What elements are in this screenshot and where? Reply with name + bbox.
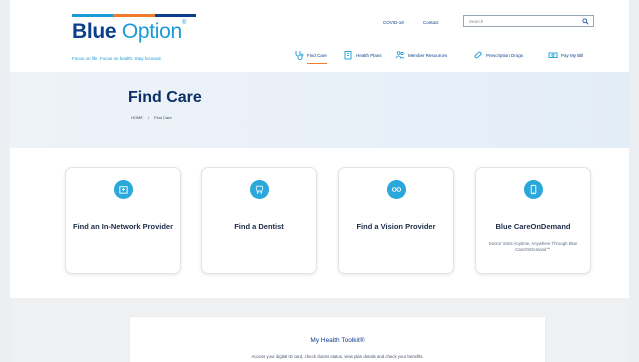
- contact-link[interactable]: Contact: [423, 20, 439, 25]
- card-find-vision-provider[interactable]: Find a Vision Provider: [338, 167, 454, 274]
- card-title: Find an In-Network Provider: [72, 222, 173, 231]
- hero-banner: Find Care HOME / Find Care: [10, 72, 629, 148]
- nav-item-find-care[interactable]: Find Care: [294, 50, 327, 60]
- phone-icon: [530, 184, 537, 195]
- card-description: Doctor Visits Anytime, Anywhere Through …: [488, 241, 578, 252]
- nav-item-prescription-drugs[interactable]: Prescription Drugs: [473, 50, 523, 60]
- search-placeholder: Search: [469, 18, 484, 24]
- money-icon: [548, 52, 558, 58]
- nav-label: Find Care: [307, 52, 327, 58]
- nav-item-pay-my-bill[interactable]: Pay My Bill: [548, 50, 583, 60]
- nav-label: Pay My Bill: [561, 52, 584, 58]
- page-title: Find Care: [128, 89, 202, 106]
- nav-label: Member Resources: [408, 52, 448, 58]
- breadcrumb: HOME / Find Care: [131, 115, 172, 120]
- logo-brand-bold: Blue: [72, 20, 117, 43]
- nav-label: Health Plans: [356, 52, 382, 58]
- building-icon: [344, 51, 352, 60]
- stethoscope-icon: [295, 51, 304, 60]
- toolkit-text: Access your digital ID card, check claim…: [251, 354, 424, 359]
- card-title: Blue CareOnDemand: [495, 222, 571, 231]
- toolkit-title: My Health Toolkit®: [310, 337, 365, 344]
- breadcrumb-separator: /: [148, 115, 150, 120]
- card-icon-circle: [250, 180, 269, 199]
- covid-link[interactable]: COVID-19: [383, 20, 404, 25]
- page: Blue Option® Focus on life. Focus on hea…: [10, 0, 629, 362]
- card-title: Find a Vision Provider: [356, 222, 436, 231]
- hospital-icon: [119, 186, 128, 194]
- card-blue-careondemand[interactable]: Blue CareOnDemand Doctor Visits Anytime,…: [475, 167, 591, 274]
- breadcrumb-home[interactable]: HOME: [131, 115, 143, 120]
- card-find-in-network-provider[interactable]: Find an In-Network Provider: [65, 167, 181, 274]
- glasses-icon: [391, 187, 402, 192]
- card-icon-circle: [524, 180, 543, 199]
- nav-item-health-plans[interactable]: Health Plans: [343, 50, 382, 60]
- card-title: Find a Dentist: [234, 222, 284, 231]
- health-toolkit-panel: My Health Toolkit® Access your digital I…: [130, 317, 545, 362]
- card-icon-circle: [387, 180, 406, 199]
- nav-item-member-resources[interactable]: Member Resources: [395, 50, 447, 60]
- logo-tagline: Focus on life. Focus on health. Stay foc…: [72, 56, 162, 61]
- nav-label: Prescription Drugs: [486, 52, 524, 58]
- logo[interactable]: Blue Option®: [72, 20, 186, 44]
- nav-active-indicator: [307, 63, 327, 64]
- people-icon: [395, 51, 405, 59]
- logo-brand-light: Option: [121, 20, 182, 43]
- card-icon-circle: [114, 180, 133, 199]
- breadcrumb-current: Find Care: [154, 115, 172, 120]
- logo-color-bar: [72, 14, 196, 18]
- logo-trademark: ®: [181, 20, 187, 26]
- search-input[interactable]: Search: [463, 15, 594, 27]
- pill-icon: [474, 51, 482, 59]
- card-find-a-dentist[interactable]: Find a Dentist: [201, 167, 317, 274]
- tooth-icon: [255, 185, 264, 195]
- search-icon[interactable]: [582, 17, 589, 25]
